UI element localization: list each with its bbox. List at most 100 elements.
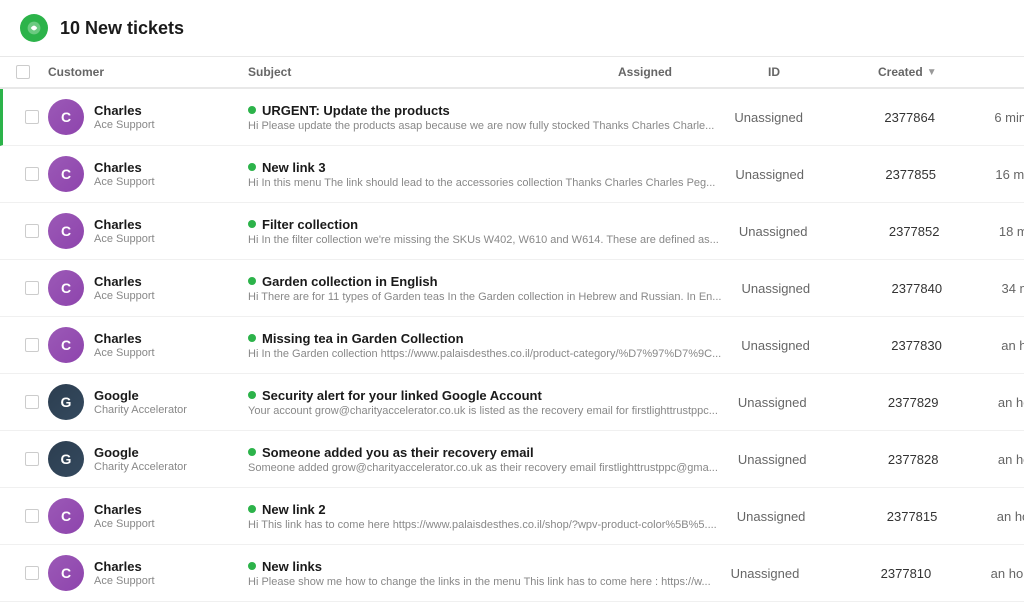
row-checkbox[interactable] (25, 281, 39, 295)
row-checkbox[interactable] (25, 395, 39, 409)
page-header: 10 New tickets (0, 0, 1024, 57)
status-dot (248, 448, 256, 456)
customer-name: Charles (94, 274, 155, 289)
avatar: G (48, 441, 84, 477)
ticket-id: 2377855 (885, 167, 995, 182)
row-checkbox[interactable] (25, 338, 39, 352)
customer-info: Charles Ace Support (94, 559, 155, 587)
assigned-header: Assigned (618, 65, 768, 79)
avatar: C (48, 270, 84, 306)
table-row[interactable]: C Charles Ace Support New link 3 Hi In t… (0, 146, 1024, 203)
created-cell: an hour ago (998, 395, 1024, 410)
ticket-id: 2377828 (888, 452, 998, 467)
subject-cell: Filter collection Hi In the filter colle… (248, 217, 739, 246)
assigned-cell: Unassigned (737, 509, 887, 524)
ticket-id: 2377830 (891, 338, 1001, 353)
page-title: 10 New tickets (60, 18, 184, 39)
table-header-row: Customer Subject Assigned ID Created ▼ (0, 57, 1024, 89)
ticket-id: 2377815 (887, 509, 997, 524)
customer-name: Google (94, 388, 187, 403)
status-dot (248, 163, 256, 171)
row-checkbox[interactable] (25, 167, 39, 181)
logo-icon (26, 20, 42, 36)
subject-text: URGENT: Update the products (262, 103, 450, 118)
tickets-list: C Charles Ace Support URGENT: Update the… (0, 89, 1024, 602)
row-checkbox[interactable] (25, 224, 39, 238)
subject-cell: New link 2 Hi This link has to come here… (248, 502, 737, 531)
subject-cell: Garden collection in English Hi There ar… (248, 274, 741, 303)
ticket-id: 2377810 (881, 566, 991, 581)
customer-info: Google Charity Accelerator (94, 388, 187, 416)
customer-info: Charles Ace Support (94, 217, 155, 245)
table-row[interactable]: C Charles Ace Support Missing tea in Gar… (0, 317, 1024, 374)
customer-cell: C Charles Ace Support (48, 270, 248, 306)
app-logo (20, 14, 48, 42)
table-row[interactable]: C Charles Ace Support New link 2 Hi This… (0, 488, 1024, 545)
row-checkbox[interactable] (25, 452, 39, 466)
customer-cell: C Charles Ace Support (48, 213, 248, 249)
assigned-cell: Unassigned (741, 281, 891, 296)
customer-cell: G Google Charity Accelerator (48, 441, 248, 477)
customer-name: Charles (94, 217, 155, 232)
customer-info: Charles Ace Support (94, 331, 155, 359)
subject-title: Filter collection (248, 217, 719, 232)
created-cell: 16 minutes ago (995, 167, 1024, 182)
assigned-cell: Unassigned (735, 167, 885, 182)
row-checkbox-cell (16, 452, 48, 466)
customer-org: Ace Support (94, 119, 155, 131)
subject-text: New link 3 (262, 160, 326, 175)
subject-preview: Your account grow@charityaccelerator.co.… (248, 405, 718, 417)
subject-title: Security alert for your linked Google Ac… (248, 388, 718, 403)
id-header: ID (768, 65, 878, 79)
table-row[interactable]: C Charles Ace Support Garden collection … (0, 260, 1024, 317)
row-checkbox[interactable] (25, 509, 39, 523)
created-cell: an hour ago (1001, 338, 1024, 353)
subject-title: New link 2 (248, 502, 717, 517)
created-cell: an hour ago (998, 452, 1024, 467)
ticket-id: 2377840 (891, 281, 1001, 296)
subject-title: URGENT: Update the products (248, 103, 714, 118)
customer-cell: C Charles Ace Support (48, 555, 248, 591)
subject-cell: New links Hi Please show me how to chang… (248, 559, 731, 588)
subject-title: Missing tea in Garden Collection (248, 331, 721, 346)
tickets-table: Customer Subject Assigned ID Created ▼ C… (0, 57, 1024, 602)
status-dot (248, 334, 256, 342)
customer-info: Charles Ace Support (94, 103, 155, 131)
status-dot (248, 277, 256, 285)
sort-icon: ▼ (927, 67, 937, 78)
subject-text: Missing tea in Garden Collection (262, 331, 464, 346)
subject-text: New link 2 (262, 502, 326, 517)
subject-title: Someone added you as their recovery emai… (248, 445, 718, 460)
customer-org: Ace Support (94, 347, 155, 359)
avatar: G (48, 384, 84, 420)
subject-preview: Hi Please update the products asap becau… (248, 120, 714, 132)
row-checkbox[interactable] (25, 566, 39, 580)
subject-text: Someone added you as their recovery emai… (262, 445, 534, 460)
table-row[interactable]: C Charles Ace Support New links Hi Pleas… (0, 545, 1024, 602)
subject-title: New link 3 (248, 160, 715, 175)
status-dot (248, 505, 256, 513)
customer-info: Charles Ace Support (94, 502, 155, 530)
table-row[interactable]: C Charles Ace Support URGENT: Update the… (0, 89, 1024, 146)
table-row[interactable]: G Google Charity Accelerator Someone add… (0, 431, 1024, 488)
ticket-id: 2377829 (888, 395, 998, 410)
row-checkbox[interactable] (25, 110, 39, 124)
customer-info: Google Charity Accelerator (94, 445, 187, 473)
customer-org: Ace Support (94, 176, 155, 188)
assigned-cell: Unassigned (734, 110, 884, 125)
subject-title: New links (248, 559, 711, 574)
status-dot (248, 220, 256, 228)
assigned-cell: Unassigned (738, 395, 888, 410)
table-row[interactable]: G Google Charity Accelerator Security al… (0, 374, 1024, 431)
customer-org: Ace Support (94, 233, 155, 245)
table-row[interactable]: C Charles Ace Support Filter collection … (0, 203, 1024, 260)
status-dot (248, 106, 256, 114)
created-cell: 34 minutes ago (1001, 281, 1024, 296)
ticket-id: 2377864 (884, 110, 994, 125)
customer-org: Charity Accelerator (94, 404, 187, 416)
select-all-checkbox[interactable] (16, 65, 30, 79)
row-checkbox-cell (16, 224, 48, 238)
row-checkbox-cell (16, 338, 48, 352)
subject-preview: Hi In the filter collection we're missin… (248, 234, 719, 246)
customer-name: Charles (94, 559, 155, 574)
